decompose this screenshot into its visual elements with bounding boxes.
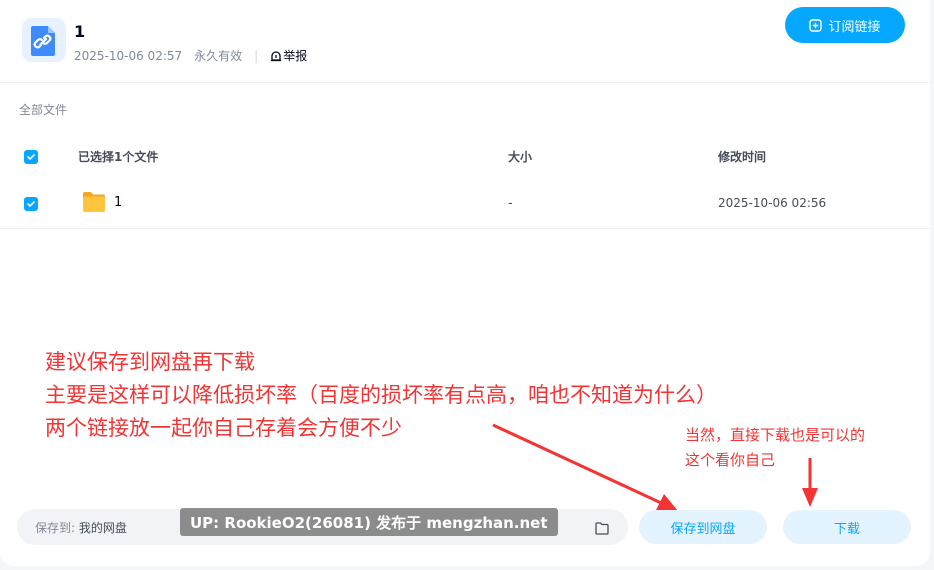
save-path-label: 保存到: 我的网盘 bbox=[35, 519, 127, 536]
annotation-arrows bbox=[492, 423, 818, 511]
column-header-modified[interactable]: 修改时间 bbox=[718, 148, 766, 165]
meta-separator: | bbox=[254, 48, 259, 63]
column-header-name: 已选择1个文件 bbox=[78, 150, 159, 164]
share-validity: 永久有效 bbox=[194, 49, 243, 63]
select-all-checkbox[interactable] bbox=[24, 150, 38, 164]
subscribe-label: 订阅链接 bbox=[828, 19, 881, 35]
annotation-line-1: 建议保存到网盘再下载 bbox=[45, 350, 255, 374]
save-to-target: 我的网盘 bbox=[78, 521, 127, 535]
header-divider bbox=[0, 82, 930, 83]
file-modified-time: 2025-10-06 02:56 bbox=[718, 196, 827, 210]
link-icon bbox=[22, 18, 66, 62]
annotation-line-3: 两个链接放一起你自己存着会方便不少 bbox=[45, 416, 402, 440]
report-link[interactable]: 举报 bbox=[270, 47, 307, 64]
table-divider bbox=[0, 228, 930, 229]
arrow-to-download-button-head bbox=[802, 488, 818, 507]
breadcrumb-all-files[interactable]: 全部文件 bbox=[19, 101, 67, 118]
annotation-line-2: 主要是这样可以降低损坏率（百度的损坏率有点高，咱也不知道为什么） bbox=[45, 383, 717, 407]
share-date: 2025-10-06 02:57 bbox=[74, 48, 183, 63]
share-title: 1 bbox=[74, 22, 86, 41]
share-meta: 2025-10-06 02:57 永久有效 | 举报 bbox=[74, 47, 307, 64]
annotation-side-2: 这个看你自己 bbox=[685, 451, 776, 469]
annotation-side-1: 当然，直接下载也是可以的 bbox=[685, 426, 866, 444]
subscribe-plus-icon bbox=[809, 18, 823, 32]
arrow-to-save-button-head bbox=[656, 494, 678, 511]
check-icon bbox=[27, 201, 35, 208]
file-size: - bbox=[508, 196, 513, 211]
folder-icon bbox=[82, 191, 106, 217]
folder-outline-icon[interactable] bbox=[595, 520, 609, 539]
save-to-prefix: 保存到: bbox=[35, 521, 76, 535]
check-icon bbox=[27, 154, 35, 161]
report-label: 举报 bbox=[283, 49, 308, 63]
download-button[interactable]: 下载 bbox=[783, 510, 911, 544]
row-checkbox[interactable] bbox=[24, 197, 38, 211]
watermark: UP: RookieO2(26081) 发布于 mengzhan.net bbox=[180, 508, 558, 536]
subscribe-link-button[interactable]: 订阅链接 bbox=[785, 7, 905, 43]
save-to-netdisk-button[interactable]: 保存到网盘 bbox=[639, 510, 767, 544]
column-header-size[interactable]: 大小 bbox=[508, 148, 532, 165]
arrow-to-save-button bbox=[492, 423, 673, 510]
report-icon bbox=[271, 50, 282, 61]
share-page: 1 2025-10-06 02:57 永久有效 | 举报 订阅链接 全部文件 已… bbox=[0, 0, 930, 566]
file-name[interactable]: 1 bbox=[114, 195, 122, 210]
